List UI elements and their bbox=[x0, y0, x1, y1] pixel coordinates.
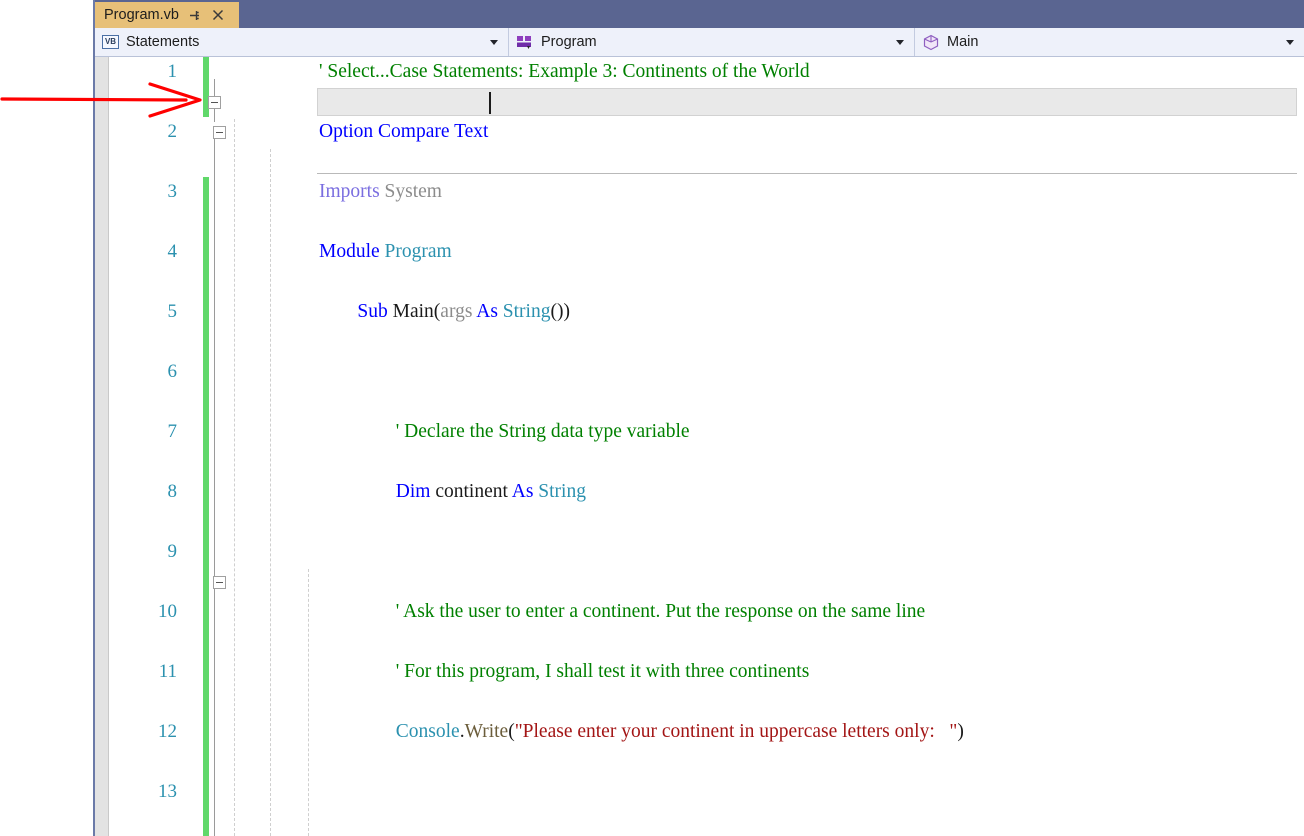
navbar-combo-member[interactable]: Main bbox=[914, 28, 1304, 56]
code-line[interactable]: 9 bbox=[95, 537, 1304, 567]
visual-studio-editor-window: Program.vb VB Statements Program Main 1 … bbox=[0, 0, 1304, 836]
chevron-down-icon[interactable] bbox=[490, 40, 498, 45]
code-line[interactable]: 5 Sub Main(args As String()) bbox=[95, 297, 1304, 327]
code-line[interactable]: 10 ' Ask the user to enter a continent. P… bbox=[95, 597, 1304, 627]
document-tab-strip: Program.vb bbox=[95, 0, 1304, 28]
code-line[interactable]: 8 Dim continent As String bbox=[95, 477, 1304, 507]
line-number: 5 bbox=[167, 301, 178, 322]
code-line-text[interactable]: ' Ask the user to enter a continent. Put… bbox=[396, 597, 925, 627]
line-number: 4 bbox=[167, 241, 178, 262]
code-navigation-bar: VB Statements Program Main bbox=[95, 28, 1304, 57]
outside-window-margin bbox=[0, 0, 93, 836]
line-number: 8 bbox=[167, 481, 178, 502]
code-line[interactable]: 6 bbox=[95, 357, 1304, 387]
code-line[interactable]: 4 Module Program bbox=[95, 237, 1304, 267]
line-number: 11 bbox=[158, 661, 177, 682]
navbar-combo-type[interactable]: Program bbox=[508, 28, 914, 56]
code-line[interactable]: 12 Console.Write("Please enter your conti… bbox=[95, 717, 1304, 747]
code-line-text[interactable]: Module Program bbox=[319, 237, 452, 267]
line-number: 13 bbox=[158, 781, 177, 802]
code-line-text[interactable]: Imports System bbox=[319, 177, 442, 207]
code-line[interactable]: 2 Option Compare Text bbox=[95, 117, 1304, 147]
text-caret bbox=[489, 92, 491, 114]
close-icon[interactable] bbox=[211, 8, 225, 22]
navbar-combo-statements[interactable]: VB Statements bbox=[95, 28, 508, 56]
line-number: 1 bbox=[167, 61, 178, 82]
code-line-text[interactable]: Option Compare Text bbox=[319, 117, 488, 147]
line-number: 10 bbox=[158, 601, 177, 622]
code-line[interactable]: 7 ' Declare the String data type variable bbox=[95, 417, 1304, 447]
tab-label: Program.vb bbox=[104, 7, 179, 23]
code-line-text[interactable]: Sub Main(args As String()) bbox=[357, 297, 570, 327]
navbar-combo-statements-label: Statements bbox=[126, 34, 200, 50]
code-editor-surface[interactable]: 1 ' Select...Case Statements: Example 3: … bbox=[95, 57, 1304, 836]
code-line-text[interactable]: ' Declare the String data type variable bbox=[396, 417, 690, 447]
navbar-combo-member-label: Main bbox=[947, 34, 979, 50]
module-icon bbox=[516, 35, 534, 50]
method-cube-icon bbox=[922, 34, 940, 51]
pin-icon[interactable] bbox=[188, 8, 202, 22]
code-line[interactable]: 13 bbox=[95, 777, 1304, 807]
code-line-text[interactable]: ' For this program, I shall test it with… bbox=[396, 657, 810, 687]
line-number: 3 bbox=[167, 181, 178, 202]
line-number: 9 bbox=[167, 541, 178, 562]
line-number: 7 bbox=[167, 421, 178, 442]
chevron-down-icon[interactable] bbox=[896, 40, 904, 45]
navbar-combo-type-label: Program bbox=[541, 34, 597, 50]
tab-program-vb[interactable]: Program.vb bbox=[95, 2, 239, 28]
line-number: 2 bbox=[167, 121, 178, 142]
code-line[interactable]: 3 Imports System bbox=[95, 177, 1304, 207]
line-number: 6 bbox=[167, 361, 178, 382]
chevron-down-icon[interactable] bbox=[1286, 40, 1294, 45]
code-line-text[interactable]: Console.Write("Please enter your contine… bbox=[396, 717, 964, 747]
code-line[interactable]: 11 ' For this program, I shall test it wi… bbox=[95, 657, 1304, 687]
code-line-text[interactable]: ' Select...Case Statements: Example 3: C… bbox=[319, 57, 810, 87]
code-line[interactable]: 1 ' Select...Case Statements: Example 3: … bbox=[95, 57, 1304, 87]
line-number: 12 bbox=[158, 721, 177, 742]
code-line-text[interactable]: Dim continent As String bbox=[396, 477, 586, 507]
vb-file-icon: VB bbox=[102, 35, 119, 49]
